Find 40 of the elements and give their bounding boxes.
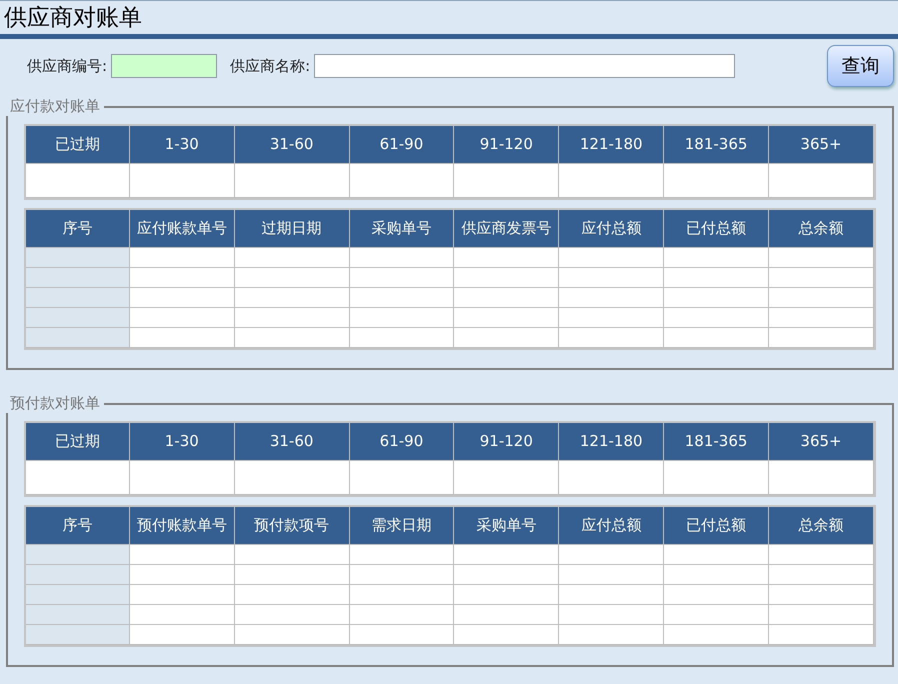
page-title: 供应商对账单: [3, 4, 143, 33]
column-header: 应付总额: [559, 210, 664, 248]
column-header: 采购单号: [454, 507, 560, 545]
field-label: 供应商名称:: [230, 56, 310, 76]
section-legend: 预付款对账单: [6, 394, 104, 413]
section-legend: 应付款对账单: [6, 97, 104, 116]
column-header: 31-60: [234, 126, 350, 164]
column-header: 需求日期: [350, 507, 454, 545]
query-button[interactable]: 查询: [827, 45, 894, 87]
column-header: 采购单号: [350, 210, 454, 248]
input-field[interactable]: [111, 54, 218, 78]
column-header: 应付账款单号: [130, 210, 235, 248]
column-header: 181-365: [664, 423, 770, 461]
column-header: 91-120: [454, 126, 560, 164]
column-header: 365+: [769, 423, 874, 461]
column-header: 已过期: [26, 126, 130, 164]
column-header: 预付账款单号: [130, 507, 235, 545]
column-header: 供应商发票号: [454, 210, 560, 248]
column-header: 已付总额: [664, 507, 770, 545]
field-label: 供应商编号:: [27, 56, 108, 76]
column-header: 31-60: [234, 423, 350, 461]
input-field[interactable]: [314, 54, 736, 78]
column-header: 181-365: [664, 126, 770, 164]
column-header: 过期日期: [234, 210, 350, 248]
column-header: 1-30: [130, 423, 235, 461]
column-header: 365+: [769, 126, 874, 164]
column-header: 121-180: [559, 423, 664, 461]
column-header: 已付总额: [664, 210, 770, 248]
column-header: 121-180: [559, 126, 664, 164]
column-header: 61-90: [350, 423, 454, 461]
column-header: 应付总额: [559, 507, 664, 545]
column-header: 总余额: [769, 210, 874, 248]
column-header: 预付款项号: [234, 507, 350, 545]
column-header: 序号: [26, 507, 130, 545]
column-header: 1-30: [130, 126, 235, 164]
column-header: 91-120: [454, 423, 560, 461]
column-header: 总余额: [769, 507, 874, 545]
column-header: 序号: [26, 210, 130, 248]
column-header: 61-90: [350, 126, 454, 164]
column-header: 已过期: [26, 423, 130, 461]
